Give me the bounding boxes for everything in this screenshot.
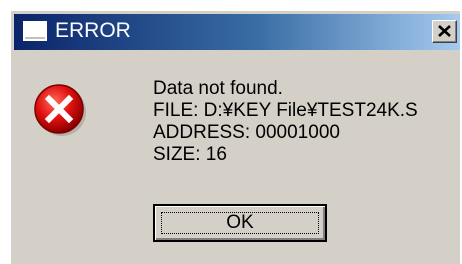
error-dialog: ERROR Data not found. FILE: D:¥KEY File¥… [10, 10, 460, 264]
ok-button[interactable]: OK [153, 204, 327, 242]
error-icon [33, 83, 87, 137]
close-button[interactable] [432, 20, 457, 43]
title-bar[interactable]: ERROR [14, 14, 460, 50]
close-icon [438, 25, 451, 37]
message-line: ADDRESS: 00001000 [153, 122, 340, 143]
error-message: Data not found. FILE: D:¥KEY File¥TEST24… [153, 78, 418, 166]
window-icon [23, 21, 47, 41]
message-line: SIZE: 16 [153, 144, 227, 165]
message-line: FILE: D:¥KEY File¥TEST24K.S [153, 100, 418, 121]
message-line: Data not found. [153, 78, 283, 99]
dialog-title: ERROR [55, 19, 131, 42]
ok-button-label: OK [161, 212, 319, 234]
